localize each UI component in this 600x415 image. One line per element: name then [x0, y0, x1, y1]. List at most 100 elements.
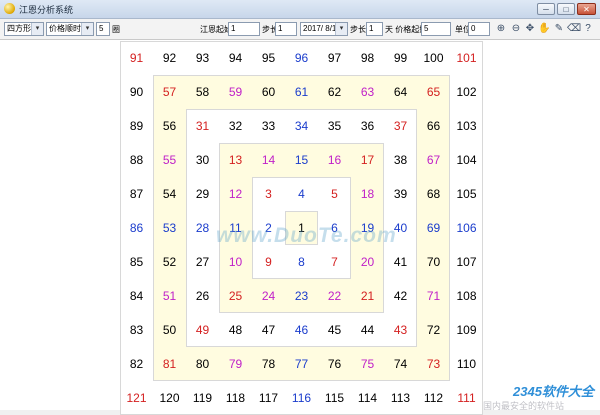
step-input[interactable]: 1 — [275, 22, 297, 36]
grid-cell: 98 — [360, 51, 375, 65]
app-icon — [4, 3, 15, 14]
zoom-in-icon[interactable]: ⊕ — [495, 23, 507, 35]
grid-cell: 109 — [456, 323, 477, 337]
grid-cell: 27 — [195, 255, 210, 269]
maximize-button[interactable]: □ — [557, 3, 575, 15]
grid-cell: 97 — [327, 51, 342, 65]
pencil-icon[interactable]: ✎ — [553, 23, 565, 35]
grid-cell: 39 — [393, 187, 408, 201]
grid-cell: 78 — [261, 357, 276, 371]
grid-cell: 41 — [393, 255, 408, 269]
grid-cell: 62 — [327, 85, 342, 99]
grid-cell: 5 — [331, 187, 338, 201]
grid-cell: 9 — [265, 255, 272, 269]
grid-cell: 103 — [456, 119, 477, 133]
grid-cell: 14 — [261, 153, 276, 167]
grid-cell: 7 — [331, 255, 338, 269]
grid-cell: 20 — [360, 255, 375, 269]
grid-cell: 55 — [162, 153, 177, 167]
grid-cell: 33 — [261, 119, 276, 133]
grid-cell: 106 — [456, 221, 477, 235]
grid-cell: 81 — [162, 357, 177, 371]
grid-cell: 71 — [426, 289, 441, 303]
window-title: 江恩分析系统 — [19, 5, 74, 15]
grid-cell: 37 — [393, 119, 408, 133]
grid-cell: 47 — [261, 323, 276, 337]
date-step-input[interactable]: 1 — [366, 22, 383, 36]
grid-cell: 82 — [129, 357, 144, 371]
grid-cell: 13 — [228, 153, 243, 167]
grid-cell: 52 — [162, 255, 177, 269]
grid-cell: 49 — [195, 323, 210, 337]
grid-cell: 67 — [426, 153, 441, 167]
grid-cell: 42 — [393, 289, 408, 303]
chevron-down-icon: ▾ — [335, 23, 347, 35]
grid-cell: 99 — [393, 51, 408, 65]
unit-input[interactable]: 0 — [468, 22, 490, 36]
grid-cell: 107 — [456, 255, 477, 269]
grid-cell: 17 — [360, 153, 375, 167]
grid-cell: 77 — [294, 357, 309, 371]
grid-cell: 24 — [261, 289, 276, 303]
grid-cell: 45 — [327, 323, 342, 337]
grid-cell: 58 — [195, 85, 210, 99]
grid-cell: 65 — [426, 85, 441, 99]
close-button[interactable]: ✕ — [577, 3, 596, 15]
eraser-icon[interactable]: ⌫ — [567, 23, 581, 35]
grid-cell: 94 — [228, 51, 243, 65]
brand-logo-tagline: 国内最安全的软件站 — [483, 401, 565, 411]
grid-cell: 57 — [162, 85, 177, 99]
shape-select-value: 四方形 — [7, 24, 31, 33]
grid-cell: 18 — [360, 187, 375, 201]
grid-cell: 89 — [129, 119, 144, 133]
grid-cell: 48 — [228, 323, 243, 337]
move-icon[interactable]: ✥ — [524, 23, 536, 35]
rings-input[interactable]: 5 — [96, 22, 110, 36]
order-select[interactable]: 价格顺时针 ▾ — [46, 22, 94, 36]
grid-cell: 72 — [426, 323, 441, 337]
grid-cell: 54 — [162, 187, 177, 201]
shape-select[interactable]: 四方形 ▾ — [4, 22, 44, 36]
brand-logo: 2345软件大全 国内最安全的软件站 — [483, 381, 600, 411]
grid-cell: 50 — [162, 323, 177, 337]
grid-cell: 108 — [456, 289, 477, 303]
grid-cell: 44 — [360, 323, 375, 337]
grid-cell: 43 — [393, 323, 408, 337]
grid-cell: 23 — [294, 289, 309, 303]
help-icon[interactable]: ? — [582, 23, 594, 35]
grid-cell: 70 — [426, 255, 441, 269]
gann-square-canvas[interactable]: 91 92 93 94 95 96 97 98 99 100 101 90 57 58 59 60 61 62 63… — [0, 40, 600, 415]
grid-cell: 68 — [426, 187, 441, 201]
grid-cell: 104 — [456, 153, 477, 167]
grid-cell: 12 — [228, 187, 243, 201]
grid-cell: 76 — [327, 357, 342, 371]
grid-cell: 69 — [426, 221, 441, 235]
grid-cell: 29 — [195, 187, 210, 201]
grid-cell: 46 — [294, 323, 309, 337]
grid-cell: 32 — [228, 119, 243, 133]
grid-cell: 96 — [294, 51, 309, 65]
grid-cell: 91 — [129, 51, 144, 65]
grid-cell: 30 — [195, 153, 210, 167]
grid-cell: 84 — [129, 289, 144, 303]
grid-cell: 83 — [129, 323, 144, 337]
grid-cell: 95 — [261, 51, 276, 65]
grid-cell: 87 — [129, 187, 144, 201]
grid-cell: 4 — [298, 187, 305, 201]
grid-cell: 3 — [265, 187, 272, 201]
chevron-down-icon: ▾ — [31, 23, 43, 35]
grid-cell: 61 — [294, 85, 309, 99]
grid-cell: 31 — [195, 119, 210, 133]
gann-start-input[interactable]: 1 — [228, 22, 260, 36]
grid-cell: 102 — [456, 85, 477, 99]
zoom-out-icon[interactable]: ⊖ — [510, 23, 522, 35]
grid-cell: 15 — [294, 153, 309, 167]
grid-cell: 86 — [129, 221, 144, 235]
minimize-button[interactable]: ─ — [537, 3, 555, 15]
grid-cell: 101 — [456, 51, 477, 65]
pan-hand-icon[interactable]: ✋ — [538, 23, 550, 35]
date-picker[interactable]: 2017/ 8/15 ▾ — [300, 22, 348, 36]
price-start-input[interactable]: 5 — [421, 22, 451, 36]
grid-cell: 35 — [327, 119, 342, 133]
grid-cell: 64 — [393, 85, 408, 99]
